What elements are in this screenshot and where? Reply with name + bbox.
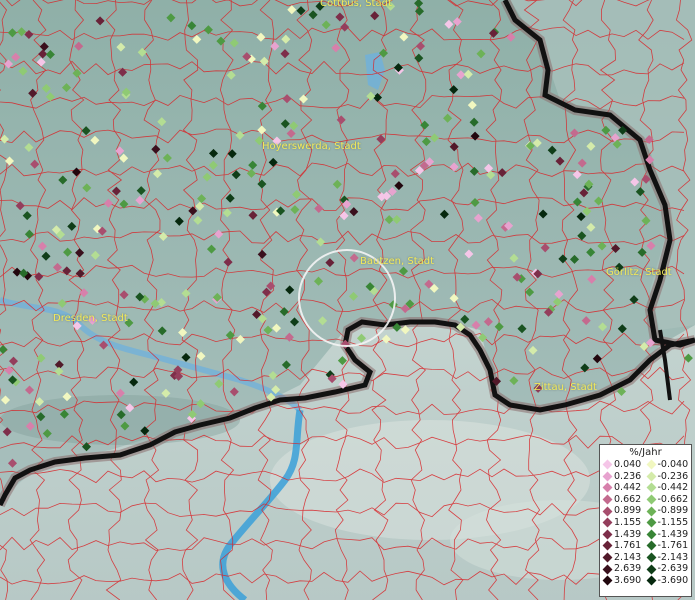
legend-swatch-icon: [602, 541, 613, 551]
legend-swatch-icon: [646, 459, 656, 470]
legend-entry: -0.442: [646, 482, 690, 494]
legend-entry: -2.639: [646, 563, 690, 575]
legend-label: 1.761: [614, 540, 642, 552]
legend-entry: 0.236: [602, 471, 646, 483]
legend-entry: 3.690: [602, 575, 646, 587]
legend-label: 1.155: [614, 516, 642, 528]
legend-label: 0.040: [614, 459, 642, 470]
legend-swatch-icon: [646, 564, 656, 575]
legend-entry: -1.439: [646, 529, 690, 541]
legend-entry: -1.761: [646, 540, 690, 552]
city-label-dresden: Dresden, Stadt: [53, 313, 128, 324]
legend-label: -3.690: [657, 574, 689, 586]
legend-swatch-icon: [646, 494, 656, 505]
legend-label: -0.236: [657, 470, 689, 482]
legend-swatch-icon: [646, 517, 656, 528]
legend-entry: -0.899: [646, 505, 690, 517]
legend-swatch-icon: [602, 506, 613, 517]
legend-label: 2.143: [614, 551, 642, 563]
legend-swatch-icon: [602, 552, 613, 563]
city-label-zittau: Zittau, Stadt: [534, 382, 597, 393]
city-label-hoyerswerda: Hoyerswerda, Stadt: [262, 141, 361, 152]
legend-entry: 2.639: [602, 563, 646, 575]
legend-swatch-icon: [646, 471, 656, 482]
legend-label: 3.690: [614, 574, 642, 586]
legend-swatch-icon: [646, 506, 656, 517]
legend-swatch-icon: [602, 517, 613, 528]
legend-label: -2.143: [657, 551, 689, 563]
map-view[interactable]: Cottbus, Stadt Hoyerswerda, Stadt Bautze…: [0, 0, 695, 600]
legend-label: -1.439: [657, 528, 689, 540]
legend-swatch-icon: [602, 494, 613, 505]
legend-entry: 1.439: [602, 529, 646, 541]
legend-swatch-icon: [602, 575, 613, 586]
legend-swatch-icon: [602, 459, 613, 470]
legend-label: -0.442: [657, 482, 689, 494]
legend-entry: -1.155: [646, 517, 690, 529]
legend-label: -0.040: [657, 459, 689, 470]
legend-swatch-icon: [602, 471, 613, 482]
legend-swatch-icon: [646, 575, 656, 586]
legend-label: 0.662: [614, 493, 642, 505]
legend-entry: 1.761: [602, 540, 646, 552]
city-label-goerlitz: Görlitz, Stadt: [606, 267, 672, 278]
legend-entry: 1.155: [602, 517, 646, 529]
city-label-bautzen: Bautzen, Stadt: [360, 256, 435, 267]
city-label-cottbus: Cottbus, Stadt: [320, 0, 392, 9]
legend-swatch-icon: [602, 483, 613, 493]
legend-entry: 0.040: [602, 459, 646, 471]
legend-label: 1.439: [614, 528, 642, 540]
legend-label: -2.639: [657, 563, 689, 575]
legend-label: -0.662: [657, 493, 689, 505]
legend-swatch-icon: [602, 529, 613, 540]
legend-entry: 2.143: [602, 552, 646, 564]
legend-label: -1.761: [657, 540, 689, 552]
legend-label: 2.639: [614, 563, 642, 575]
map-canvas[interactable]: [0, 0, 695, 600]
legend-label: 0.442: [614, 482, 642, 494]
legend-label: 0.236: [614, 470, 642, 482]
legend-entry: 0.442: [602, 482, 646, 494]
legend-swatch-icon: [646, 529, 656, 540]
legend-entry: 0.662: [602, 494, 646, 506]
legend-label: 0.899: [614, 505, 642, 517]
legend-title: %/Jahr: [629, 447, 662, 458]
legend-label: -1.155: [657, 516, 689, 528]
legend-entry: -2.143: [646, 552, 690, 564]
map-legend: %/Jahr 0.040 0.236 0.442 0.662 0.899 1.155 1.4…: [599, 444, 692, 597]
legend-label: -0.899: [657, 505, 689, 517]
legend-swatch-icon: [646, 541, 656, 551]
legend-swatch-icon: [646, 483, 656, 493]
legend-positive-column: 0.040 0.236 0.442 0.662 0.899 1.155 1.439 1.761…: [602, 459, 646, 587]
legend-negative-column: -0.040 -0.236 -0.442 -0.662 -0.899 -1.155 -1.4…: [646, 459, 690, 587]
legend-entry: -0.236: [646, 471, 690, 483]
legend-entry: -0.040: [646, 459, 690, 471]
legend-swatch-icon: [602, 564, 613, 575]
legend-entry: -0.662: [646, 494, 690, 506]
legend-swatch-icon: [646, 552, 656, 563]
legend-entry: -3.690: [646, 575, 690, 587]
legend-entry: 0.899: [602, 505, 646, 517]
